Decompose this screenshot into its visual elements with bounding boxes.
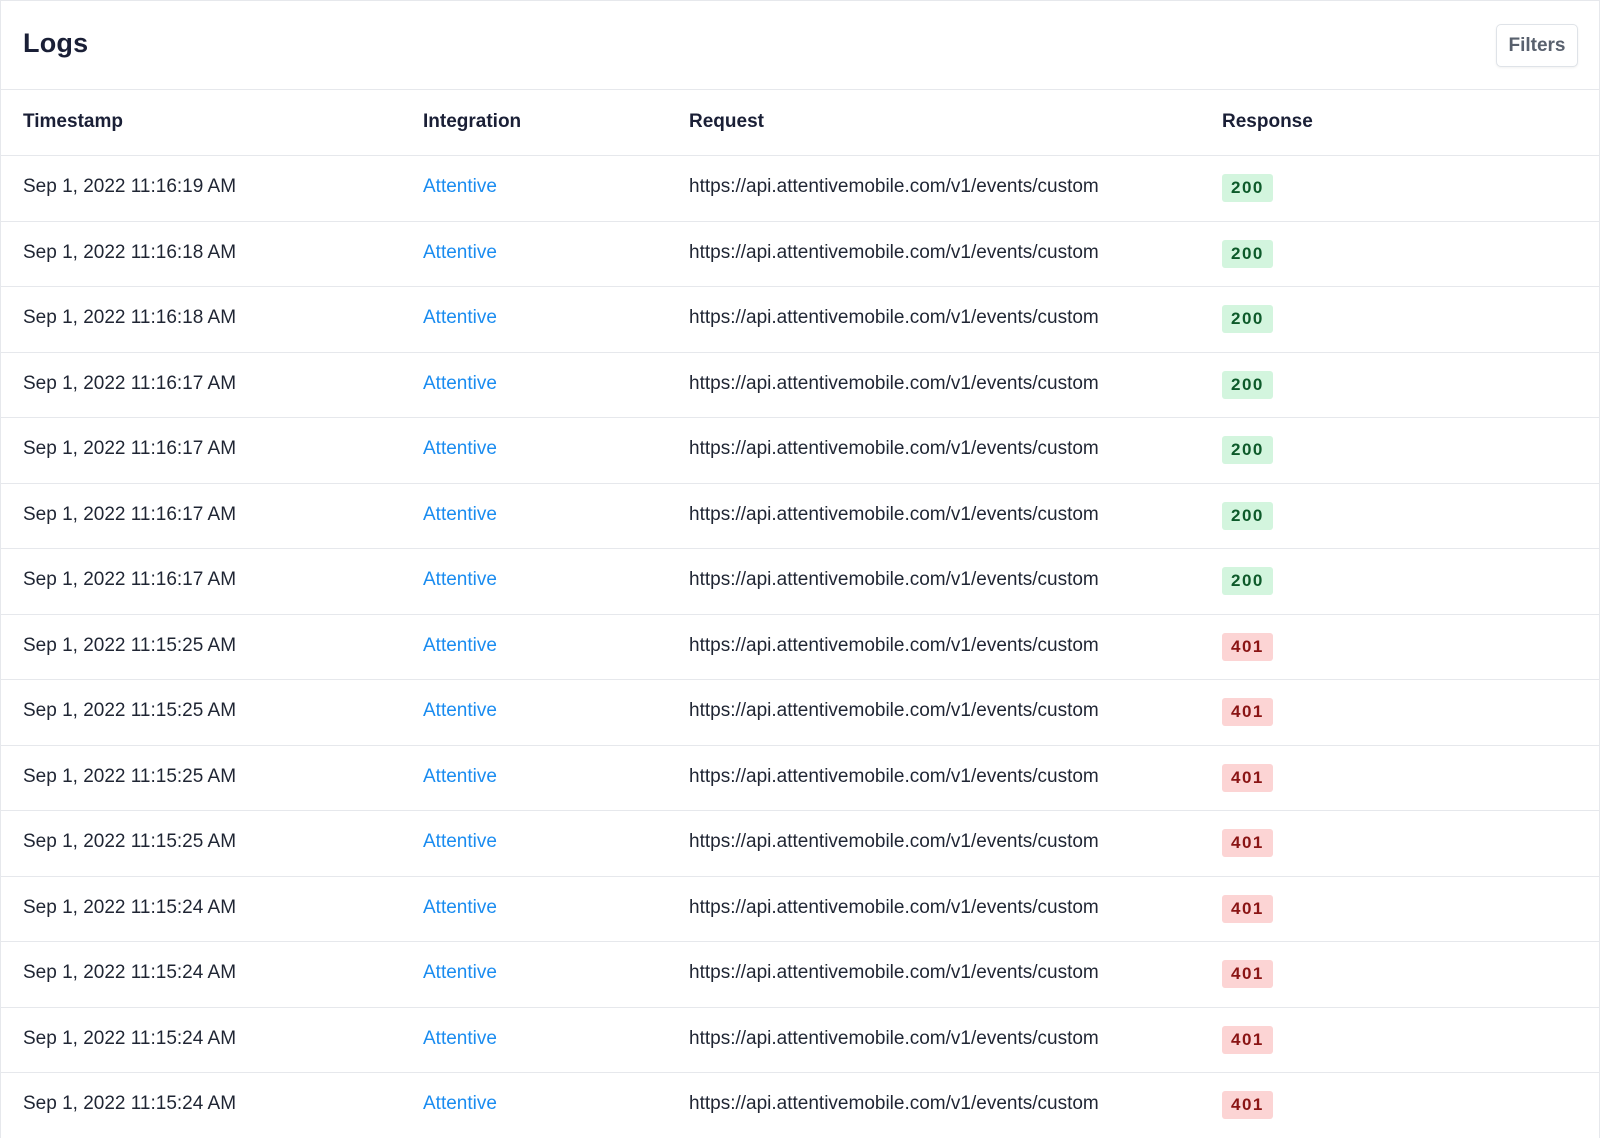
table-row[interactable]: Sep 1, 2022 11:15:25 AM Attentive https://… <box>1 746 1599 811</box>
timestamp-cell: Sep 1, 2022 11:15:24 AM <box>23 1093 237 1114</box>
response-status-badge: 401 <box>1222 960 1273 988</box>
timestamp-cell: Sep 1, 2022 11:16:17 AM <box>23 503 237 525</box>
integration-link[interactable]: Attentive <box>423 373 497 395</box>
response-status-badge: 401 <box>1222 894 1273 923</box>
request-url-cell: https://api.attentivemobile.com/v1/event… <box>689 438 1099 459</box>
request-url-cell: https://api.attentivemobile.com/v1/event… <box>689 1093 1099 1114</box>
integration-link[interactable]: Attentive <box>423 569 497 591</box>
request-url-cell: https://api.attentivemobile.com/v1/event… <box>689 503 1099 525</box>
response-status-badge: 401 <box>1222 1091 1273 1119</box>
timestamp-cell: Sep 1, 2022 11:15:25 AM <box>23 634 237 656</box>
timestamp-cell: Sep 1, 2022 11:16:17 AM <box>23 372 237 394</box>
integration-link[interactable]: Attentive <box>423 635 497 657</box>
table-row[interactable]: Sep 1, 2022 11:15:24 AM Attentive https://… <box>1 1008 1599 1073</box>
response-status-badge: 200 <box>1222 174 1273 202</box>
response-status-badge: 200 <box>1222 567 1273 595</box>
page-title: Logs <box>23 28 89 58</box>
table-row[interactable]: Sep 1, 2022 11:16:17 AM Attentive https://… <box>1 418 1599 484</box>
table-row[interactable]: Sep 1, 2022 11:15:25 AM Attentive https://… <box>1 811 1599 877</box>
timestamp-cell: Sep 1, 2022 11:16:18 AM <box>23 307 237 328</box>
request-url-cell: https://api.attentivemobile.com/v1/event… <box>689 569 1099 590</box>
response-status-badge: 200 <box>1222 239 1273 268</box>
request-url-cell: https://api.attentivemobile.com/v1/event… <box>689 831 1099 852</box>
integration-link[interactable]: Attentive <box>423 438 497 460</box>
timestamp-cell: Sep 1, 2022 11:15:25 AM <box>23 831 237 852</box>
integration-link[interactable]: Attentive <box>423 242 497 264</box>
response-status-badge: 200 <box>1222 436 1273 464</box>
integration-link[interactable]: Attentive <box>423 766 497 788</box>
timestamp-cell: Sep 1, 2022 11:15:24 AM <box>23 962 237 983</box>
table-row[interactable]: Sep 1, 2022 11:16:18 AM Attentive https://… <box>1 222 1599 287</box>
table-row[interactable]: Sep 1, 2022 11:15:24 AM Attentive https://… <box>1 1073 1599 1138</box>
integration-link[interactable]: Attentive <box>423 176 497 198</box>
table-row[interactable]: Sep 1, 2022 11:15:24 AM Attentive https://… <box>1 877 1599 942</box>
integration-link[interactable]: Attentive <box>423 897 497 919</box>
timestamp-cell: Sep 1, 2022 11:15:24 AM <box>23 896 237 918</box>
timestamp-cell: Sep 1, 2022 11:16:19 AM <box>23 176 237 197</box>
request-url-cell: https://api.attentivemobile.com/v1/event… <box>689 372 1099 394</box>
response-status-badge: 200 <box>1222 501 1273 530</box>
timestamp-cell: Sep 1, 2022 11:16:17 AM <box>23 438 237 459</box>
table-row[interactable]: Sep 1, 2022 11:16:17 AM Attentive https://… <box>1 353 1599 418</box>
column-header-response[interactable]: Response <box>1222 111 1313 133</box>
column-header-request[interactable]: Request <box>689 111 764 133</box>
response-status-badge: 401 <box>1222 829 1273 857</box>
table-row[interactable]: Sep 1, 2022 11:15:24 AM Attentive https://… <box>1 942 1599 1008</box>
column-header-integration[interactable]: Integration <box>423 111 521 133</box>
request-url-cell: https://api.attentivemobile.com/v1/event… <box>689 1027 1099 1049</box>
table-row[interactable]: Sep 1, 2022 11:16:17 AM Attentive https://… <box>1 549 1599 615</box>
table-row[interactable]: Sep 1, 2022 11:15:25 AM Attentive https://… <box>1 615 1599 680</box>
table-row[interactable]: Sep 1, 2022 11:15:25 AM Attentive https://… <box>1 680 1599 746</box>
logs-table-body: Sep 1, 2022 11:16:19 AM Attentive https://… <box>1 156 1599 1138</box>
timestamp-cell: Sep 1, 2022 11:16:17 AM <box>23 569 237 590</box>
logs-header: Logs Filters <box>1 1 1599 90</box>
request-url-cell: https://api.attentivemobile.com/v1/event… <box>689 896 1099 918</box>
timestamp-cell: Sep 1, 2022 11:15:25 AM <box>23 765 237 787</box>
integration-link[interactable]: Attentive <box>423 831 497 853</box>
request-url-cell: https://api.attentivemobile.com/v1/event… <box>689 307 1099 328</box>
timestamp-cell: Sep 1, 2022 11:15:25 AM <box>23 700 237 721</box>
table-row[interactable]: Sep 1, 2022 11:16:18 AM Attentive https://… <box>1 287 1599 353</box>
logs-panel: Logs Filters Timestamp Integration Reque… <box>0 0 1600 1138</box>
integration-link[interactable]: Attentive <box>423 1028 497 1050</box>
response-status-badge: 200 <box>1222 305 1273 333</box>
request-url-cell: https://api.attentivemobile.com/v1/event… <box>689 634 1099 656</box>
integration-link[interactable]: Attentive <box>423 307 497 329</box>
request-url-cell: https://api.attentivemobile.com/v1/event… <box>689 176 1099 197</box>
filters-button[interactable]: Filters <box>1496 24 1578 67</box>
timestamp-cell: Sep 1, 2022 11:15:24 AM <box>23 1027 237 1049</box>
request-url-cell: https://api.attentivemobile.com/v1/event… <box>689 765 1099 787</box>
response-status-badge: 200 <box>1222 370 1273 399</box>
table-row[interactable]: Sep 1, 2022 11:16:19 AM Attentive https://… <box>1 156 1599 222</box>
request-url-cell: https://api.attentivemobile.com/v1/event… <box>689 962 1099 983</box>
timestamp-cell: Sep 1, 2022 11:16:18 AM <box>23 241 237 263</box>
request-url-cell: https://api.attentivemobile.com/v1/event… <box>689 241 1099 263</box>
integration-link[interactable]: Attentive <box>423 700 497 722</box>
integration-link[interactable]: Attentive <box>423 962 497 984</box>
response-status-badge: 401 <box>1222 1025 1273 1054</box>
table-header: Timestamp Integration Request Response <box>1 90 1599 156</box>
integration-link[interactable]: Attentive <box>423 1093 497 1115</box>
response-status-badge: 401 <box>1222 698 1273 726</box>
table-row[interactable]: Sep 1, 2022 11:16:17 AM Attentive https://… <box>1 484 1599 549</box>
response-status-badge: 401 <box>1222 632 1273 661</box>
response-status-badge: 401 <box>1222 763 1273 792</box>
column-header-timestamp[interactable]: Timestamp <box>23 111 123 133</box>
integration-link[interactable]: Attentive <box>423 504 497 526</box>
request-url-cell: https://api.attentivemobile.com/v1/event… <box>689 700 1099 721</box>
